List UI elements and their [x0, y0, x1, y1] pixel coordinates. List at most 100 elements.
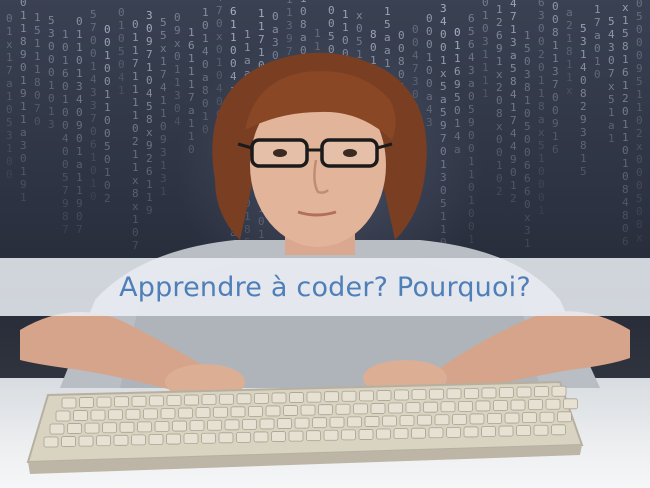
- keyboard-key: [522, 412, 537, 424]
- title-banner: Apprendre à coder? Pourquoi?: [0, 258, 650, 316]
- keyboard-key: [417, 414, 432, 426]
- keyboard-key: [487, 413, 502, 424]
- keyboard-key: [446, 426, 461, 438]
- keyboard-key: [323, 429, 339, 441]
- keyboard-key: [96, 435, 111, 447]
- keyboard-key: [90, 409, 106, 421]
- keyboard-key: [551, 424, 566, 436]
- keyboard-key: [154, 421, 170, 432]
- keyboard-key: [113, 434, 129, 446]
- keyboard-key: [481, 426, 496, 437]
- keyboard-key: [61, 436, 76, 447]
- keyboard-key: [393, 428, 409, 440]
- keyboard-key: [458, 400, 473, 412]
- keyboard-key: [551, 385, 567, 397]
- keyboard-key: [545, 398, 561, 410]
- keyboard-key: [411, 427, 426, 439]
- keyboard-key: [259, 418, 275, 430]
- keyboard-key: [376, 390, 392, 401]
- keyboard-key: [516, 386, 532, 398]
- keyboard-key: [248, 405, 263, 417]
- keyboard-key: [388, 402, 403, 414]
- keyboard-key: [306, 430, 321, 442]
- keyboard-key: [498, 425, 514, 437]
- keyboard-key: [114, 396, 129, 408]
- keyboard-key: [219, 393, 234, 405]
- keyboard-key: [189, 420, 205, 432]
- keyboard-key: [300, 404, 316, 416]
- keyboard-key: [195, 407, 211, 419]
- keyboard-key: [423, 401, 438, 413]
- keyboard-key: [242, 418, 257, 430]
- keyboard-key: [318, 404, 333, 416]
- keyboard-key: [563, 398, 578, 410]
- keyboard-key: [96, 396, 112, 408]
- keyboard-key: [463, 426, 479, 438]
- keyboard-key: [224, 419, 240, 431]
- keyboard-key: [534, 386, 549, 398]
- keyboard-key: [119, 421, 135, 433]
- keyboard-key: [358, 429, 374, 440]
- keyboard-key: [475, 400, 491, 412]
- keyboard-key: [102, 422, 117, 434]
- keyboard-key: [201, 394, 217, 406]
- keyboard-key: [312, 417, 327, 429]
- keyboard-key: [149, 395, 164, 407]
- keyboard-key: [73, 410, 88, 421]
- keyboard-key: [125, 408, 141, 420]
- keyboard-key: [499, 387, 514, 398]
- keyboard-key: [55, 410, 71, 422]
- keyboard-key: [178, 407, 193, 419]
- keyboard-key: [405, 402, 421, 414]
- keyboard-key: [131, 434, 146, 446]
- keyboard-key: [493, 400, 508, 411]
- keyboard-key: [160, 408, 176, 419]
- keyboard-key: [288, 430, 304, 442]
- keyboard-key: [429, 388, 444, 400]
- keyboard-key: [143, 408, 158, 420]
- keyboard-key: [172, 420, 187, 432]
- keyboard-key: [108, 409, 123, 421]
- keyboard-key: [213, 406, 228, 418]
- keyboard-key: [335, 403, 351, 415]
- keyboard-key: [166, 395, 182, 406]
- keyboard-key: [440, 401, 456, 413]
- keyboard-key: [254, 392, 269, 404]
- keyboard-key: [236, 431, 251, 443]
- keyboard-key: [43, 436, 59, 448]
- keyboard-key: [481, 387, 497, 399]
- keyboard-key: [504, 412, 520, 424]
- keyboard-key: [347, 416, 362, 428]
- keyboard-key: [557, 411, 572, 423]
- keyboard-key: [353, 403, 368, 415]
- keyboard-key: [137, 421, 152, 433]
- keyboard-key: [394, 389, 409, 401]
- keyboard-key: [61, 397, 77, 409]
- keyboard-key: [230, 406, 246, 418]
- keyboard-key: [399, 415, 415, 427]
- keyboard-key: [148, 434, 164, 445]
- keyboard-key: [533, 424, 549, 436]
- keyboard-key: [283, 405, 298, 416]
- keyboard-key: [539, 411, 555, 423]
- keyboard-key: [364, 416, 380, 427]
- keyboard-key: [183, 433, 199, 445]
- keyboard-key: [376, 428, 391, 440]
- keyboard-key: [277, 418, 292, 429]
- photo-scene: 01x17a10531000118901911a3019115111807053…: [0, 0, 650, 488]
- keyboard-key: [84, 422, 100, 434]
- keyboard-key: [382, 415, 397, 427]
- keyboard-key: [359, 390, 374, 402]
- keyboard-key: [428, 427, 444, 439]
- keyboard-key: [516, 425, 531, 437]
- keyboard-key: [370, 403, 386, 414]
- keyboard-key: [236, 393, 252, 405]
- keyboard-key: [294, 417, 310, 429]
- keyboard-key: [289, 392, 304, 403]
- keyboard-key: [528, 399, 543, 411]
- keyboard-key: [207, 419, 222, 431]
- keyboard-key: [201, 432, 216, 444]
- banner-title: Apprendre à coder? Pourquoi?: [119, 271, 531, 303]
- keyboard-key: [510, 399, 526, 411]
- keyboard-key: [446, 388, 462, 400]
